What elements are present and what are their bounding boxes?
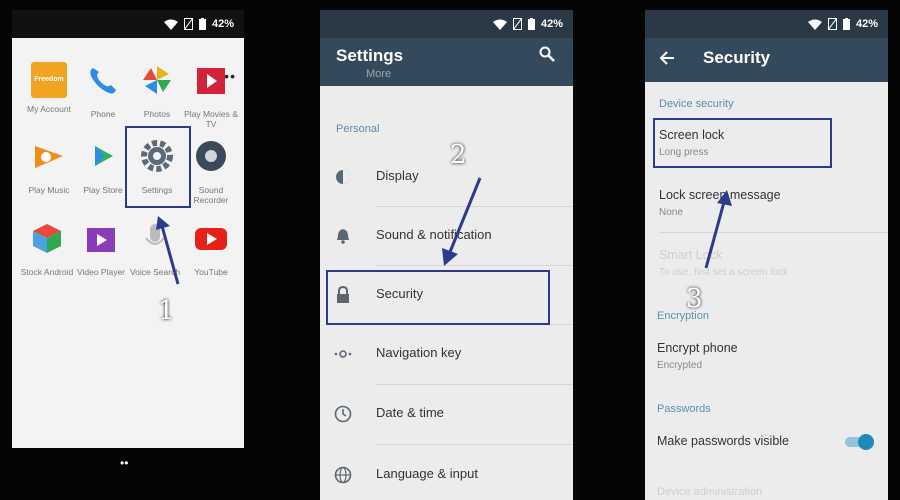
cube-icon xyxy=(33,224,61,253)
app-video-player[interactable]: Video Player xyxy=(72,220,130,277)
highlight-security xyxy=(326,270,550,325)
divider xyxy=(376,444,573,445)
section-personal: Personal xyxy=(336,123,380,135)
app-label: Stock Android xyxy=(20,267,74,277)
battery-icon xyxy=(527,18,535,30)
arrow-1-icon xyxy=(156,216,180,285)
app-label: My Account xyxy=(27,104,71,114)
home-screen-panel: 42% ••• Freedom My Account Phone Photos … xyxy=(12,10,244,448)
clock-icon xyxy=(334,405,352,423)
app-label: Play Store xyxy=(83,185,123,195)
app-label: YouTube xyxy=(194,267,228,277)
arrow-2-icon xyxy=(442,177,482,266)
battery-icon xyxy=(198,18,206,30)
headphones-icon xyxy=(35,146,63,168)
app-play-music[interactable]: Play Music xyxy=(20,138,78,195)
app-play-movies[interactable]: Play Movies & TV xyxy=(182,62,240,129)
step-number-2: 2 xyxy=(450,140,467,170)
brightness-icon xyxy=(336,170,350,184)
battery-level: 42% xyxy=(540,18,563,30)
setting-subtitle: None xyxy=(659,207,683,218)
app-label: Photos xyxy=(143,109,171,119)
setting-smart-lock: Smart Lock To use, first set a screen lo… xyxy=(645,240,888,290)
app-stock-android[interactable]: Stock Android xyxy=(18,220,76,277)
no-sim-icon xyxy=(827,18,837,30)
bell-icon xyxy=(337,229,349,244)
wifi-icon xyxy=(807,19,822,30)
settings-item-language[interactable]: Language & input xyxy=(320,446,573,500)
divider xyxy=(659,232,888,233)
highlight-settings xyxy=(125,126,191,208)
arrow-3-icon xyxy=(704,190,732,269)
battery-level: 42% xyxy=(855,18,878,30)
setting-subtitle: Encrypted xyxy=(657,360,703,371)
film-icon xyxy=(197,68,225,94)
security-panel: 42% Security Device security Screen lock… xyxy=(645,10,888,500)
navigation-dots-icon xyxy=(334,350,352,358)
back-arrow-icon[interactable] xyxy=(659,50,675,66)
youtube-icon xyxy=(195,228,227,250)
status-bar: 42% xyxy=(12,10,244,38)
page-title: Security xyxy=(703,48,771,67)
app-label: Phone xyxy=(90,109,116,119)
settings-toolbar: Settings xyxy=(320,38,573,86)
setting-title: Encrypt phone xyxy=(657,341,738,355)
passwords-visible-toggle[interactable] xyxy=(845,434,874,450)
section-passwords: Passwords xyxy=(657,403,711,415)
setting-title: Make passwords visible xyxy=(657,434,789,448)
app-label: Video Player xyxy=(76,267,126,277)
battery-icon xyxy=(842,18,850,30)
clapper-icon xyxy=(87,228,115,252)
step-number-1: 1 xyxy=(158,296,175,326)
settings-item-date-time[interactable]: Date & time xyxy=(320,385,573,443)
settings-item-label: Date & time xyxy=(376,405,444,420)
pinwheel-icon xyxy=(143,66,171,94)
section-device-security: Device security xyxy=(659,98,734,110)
app-label: Play Music xyxy=(28,185,70,195)
no-sim-icon xyxy=(512,18,522,30)
step-number-3: 3 xyxy=(686,284,703,314)
globe-icon xyxy=(334,466,352,484)
app-my-account[interactable]: Freedom My Account xyxy=(20,62,78,114)
settings-item-label: Navigation key xyxy=(376,345,462,360)
no-sim-icon xyxy=(183,18,193,30)
status-bar: 42% xyxy=(320,10,573,38)
battery-level: 42% xyxy=(211,18,234,30)
settings-item-more[interactable]: More xyxy=(366,68,391,80)
search-icon[interactable] xyxy=(539,46,555,62)
highlight-screen-lock xyxy=(653,118,832,168)
setting-make-passwords-visible[interactable]: Make passwords visible xyxy=(645,425,888,465)
settings-item-label: Language & input xyxy=(376,466,478,481)
setting-device-administration[interactable]: Device administration xyxy=(657,486,762,498)
recorder-icon xyxy=(196,141,226,171)
phone-icon xyxy=(90,68,116,94)
freedom-app-icon: Freedom xyxy=(31,62,67,98)
page-title: Settings xyxy=(336,46,404,65)
settings-item-label: Display xyxy=(376,168,419,183)
setting-lock-screen-message[interactable]: Lock screen message None xyxy=(645,180,888,230)
app-photos[interactable]: Photos xyxy=(128,62,186,119)
security-toolbar: Security xyxy=(645,38,888,82)
settings-item-navigation-key[interactable]: Navigation key xyxy=(320,325,573,383)
toggle-knob xyxy=(858,434,874,450)
wifi-icon xyxy=(163,19,178,30)
status-bar: 42% xyxy=(645,10,888,38)
home-screen: ••• Freedom My Account Phone Photos Play… xyxy=(12,38,244,448)
app-play-store[interactable]: Play Store xyxy=(74,138,132,195)
wifi-icon xyxy=(492,19,507,30)
setting-encrypt-phone[interactable]: Encrypt phone Encrypted xyxy=(645,332,888,382)
page-indicator: •• xyxy=(120,456,129,470)
app-youtube[interactable]: YouTube xyxy=(182,220,240,277)
play-store-icon xyxy=(95,146,113,166)
app-phone[interactable]: Phone xyxy=(74,62,132,119)
